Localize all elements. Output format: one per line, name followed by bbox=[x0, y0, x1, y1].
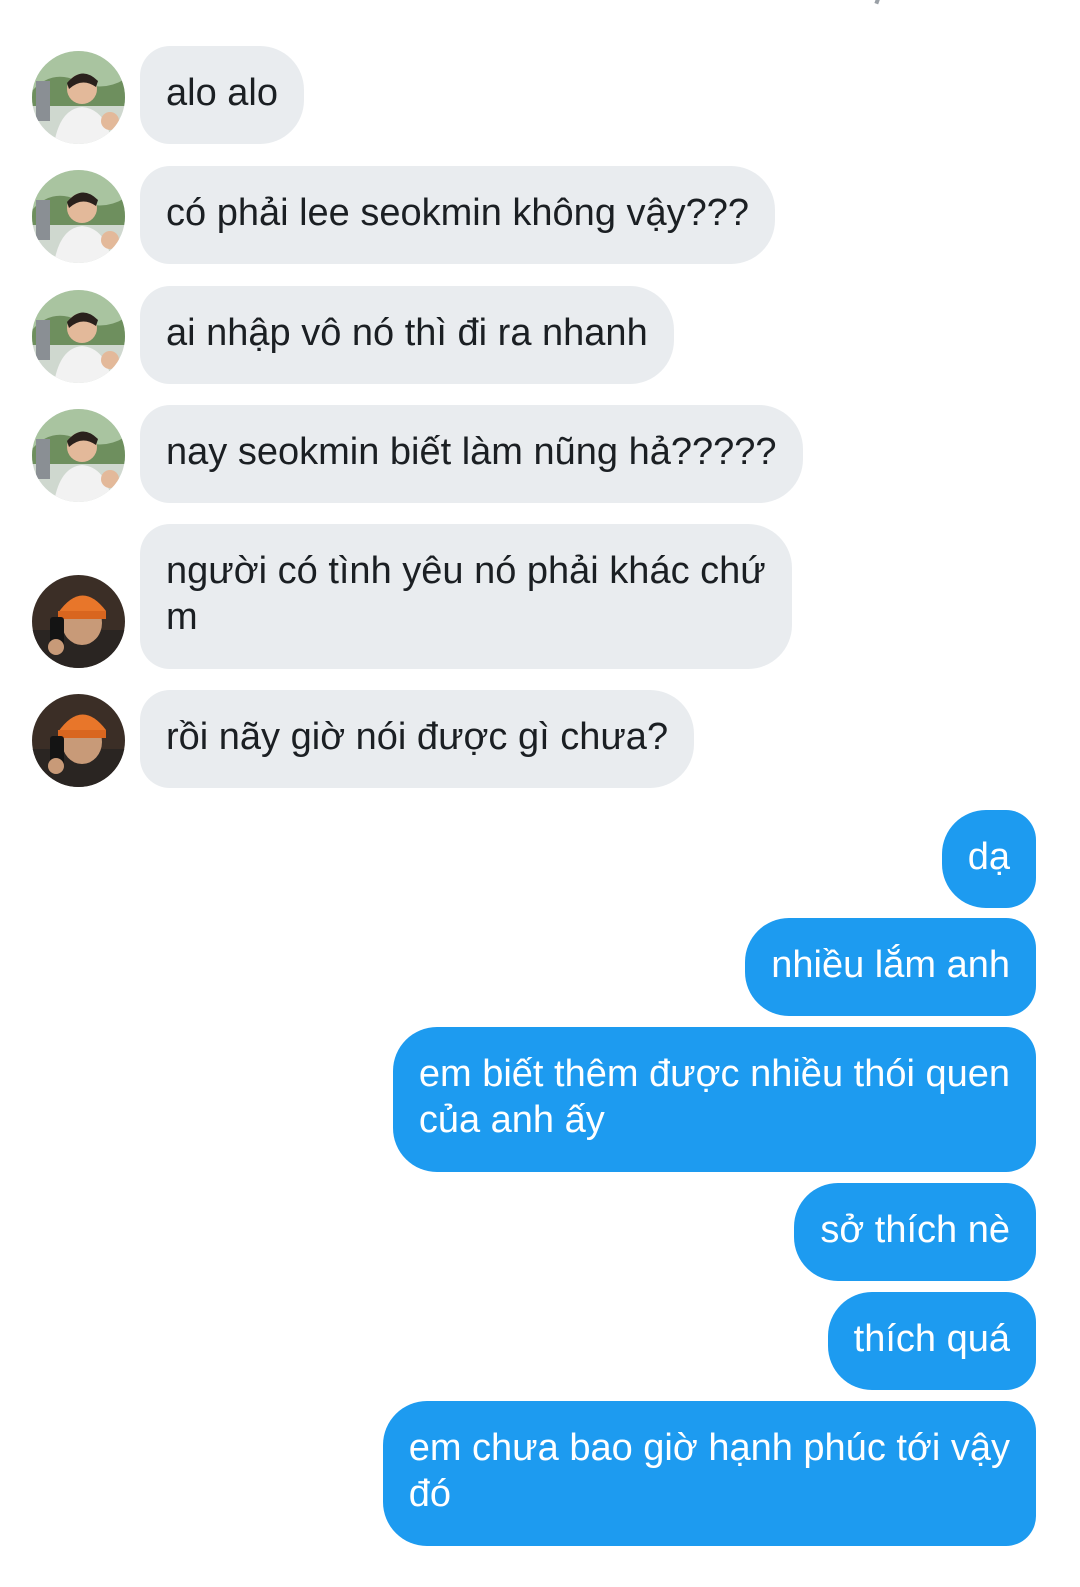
avatar[interactable] bbox=[32, 575, 125, 668]
user-b-avatar-image bbox=[32, 694, 125, 787]
incoming-message-bubble[interactable]: ai nhập vô nó thì đi ra nhanh bbox=[140, 286, 674, 384]
outgoing-message-bubble[interactable]: thích quá bbox=[827, 1292, 1036, 1390]
incoming-message-bubble[interactable]: có phải lee seokmin không vậy??? bbox=[140, 166, 776, 264]
avatar[interactable] bbox=[32, 290, 125, 383]
avatar[interactable] bbox=[32, 51, 125, 144]
user-b-avatar-image bbox=[32, 575, 125, 668]
outgoing-message-bubble[interactable]: sở thích nè bbox=[794, 1183, 1036, 1281]
status-mark bbox=[874, 0, 882, 5]
outgoing-message-bubble[interactable]: nhiều lắm anh bbox=[745, 918, 1036, 1016]
avatar[interactable] bbox=[32, 694, 125, 787]
incoming-message-bubble[interactable]: rồi nãy giờ nói được gì chưa? bbox=[140, 690, 695, 788]
user-a-avatar-image bbox=[32, 290, 125, 383]
outgoing-message-bubble[interactable]: em chưa bao giờ hạnh phúc tới vậy đó bbox=[382, 1401, 1036, 1546]
avatar[interactable] bbox=[32, 170, 125, 263]
incoming-message-bubble[interactable]: người có tình yêu nó phải khác chứ m bbox=[140, 524, 792, 669]
user-a-avatar-image bbox=[32, 170, 125, 263]
avatar[interactable] bbox=[32, 409, 125, 502]
chat-thread: alo alo có phải lee seokmin không vậy???… bbox=[0, 0, 1080, 1587]
incoming-message-bubble[interactable]: alo alo bbox=[140, 46, 304, 144]
user-a-avatar-image bbox=[32, 51, 125, 144]
outgoing-message-bubble[interactable]: em biết thêm được nhiều thói quen của an… bbox=[392, 1027, 1036, 1172]
user-a-avatar-image bbox=[32, 409, 125, 502]
outgoing-message-bubble[interactable]: dạ bbox=[941, 810, 1036, 908]
incoming-message-bubble[interactable]: nay seokmin biết làm nũng hả????? bbox=[140, 405, 803, 503]
